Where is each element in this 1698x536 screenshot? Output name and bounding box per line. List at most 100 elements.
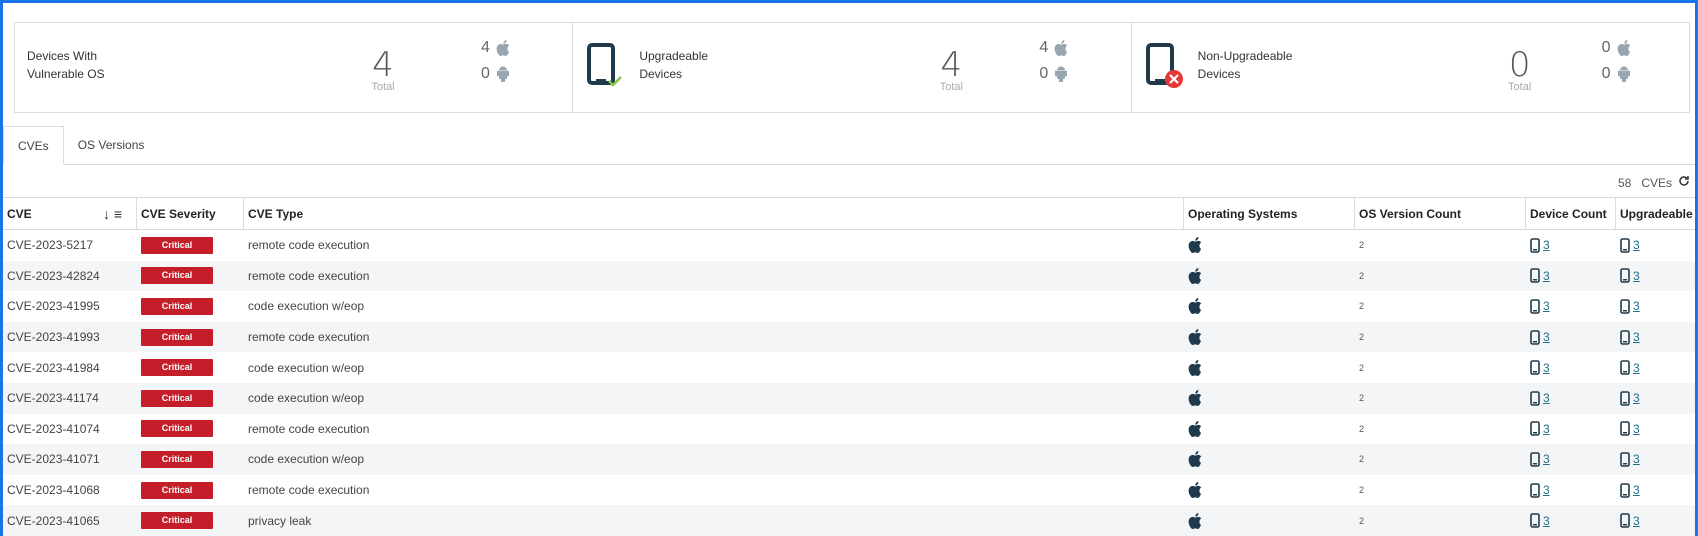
cve-id[interactable]: CVE-2023-41984 bbox=[3, 361, 137, 375]
column-header-device-count[interactable]: Device Count bbox=[1526, 198, 1616, 229]
table-header: CVE ↓ ≡ CVE Severity CVE Type Operating … bbox=[3, 197, 1695, 230]
device-count-cell[interactable]: 3 bbox=[1526, 360, 1616, 375]
cve-type: remote code execution bbox=[248, 238, 370, 253]
cve-id[interactable]: CVE-2023-5217 bbox=[3, 238, 137, 252]
device-icon bbox=[1620, 513, 1630, 528]
severity-badge: Critical bbox=[141, 267, 213, 285]
cve-id[interactable]: CVE-2023-41993 bbox=[3, 330, 137, 344]
upgradeable-cell[interactable]: 3 bbox=[1616, 513, 1695, 528]
column-header-os-version-count[interactable]: OS Version Count bbox=[1355, 198, 1526, 229]
device-count-cell[interactable]: 3 bbox=[1526, 329, 1616, 345]
device-count-cell[interactable]: 3 bbox=[1526, 390, 1616, 406]
upgradeable-cell[interactable]: 3 bbox=[1616, 329, 1695, 345]
severity-cell: Critical bbox=[137, 359, 244, 377]
upgradeable-link[interactable]: 3 bbox=[1633, 299, 1640, 313]
column-header-type[interactable]: CVE Type bbox=[244, 198, 1184, 229]
upgradeable-link[interactable]: 3 bbox=[1633, 269, 1640, 283]
device-error-icon bbox=[1145, 43, 1186, 94]
device-count-link[interactable]: 3 bbox=[1543, 514, 1550, 528]
os-cell bbox=[1184, 237, 1355, 254]
table-row[interactable]: CVE-2023-41984 Critical code execution w… bbox=[3, 352, 1695, 383]
table-row[interactable]: CVE-2023-41065 Critical privacy leak 2 3… bbox=[3, 505, 1695, 536]
table-row[interactable]: CVE-2023-41995 Critical code execution w… bbox=[3, 291, 1695, 322]
upgradeable-link[interactable]: 3 bbox=[1633, 238, 1640, 252]
apple-icon bbox=[1188, 451, 1355, 468]
device-count-link[interactable]: 3 bbox=[1543, 391, 1550, 405]
column-header-os[interactable]: Operating Systems bbox=[1184, 198, 1355, 229]
cve-id[interactable]: CVE-2023-41065 bbox=[3, 514, 137, 528]
upgradeable-link[interactable]: 3 bbox=[1633, 422, 1640, 436]
upgradeable-link[interactable]: 3 bbox=[1633, 361, 1640, 375]
upgradeable-cell[interactable]: 3 bbox=[1616, 299, 1695, 314]
cve-id[interactable]: CVE-2023-41071 bbox=[3, 452, 137, 466]
cve-id[interactable]: CVE-2023-42824 bbox=[3, 269, 137, 283]
tab-os-versions[interactable]: OS Versions bbox=[64, 126, 159, 165]
upgradeable-cell[interactable]: 3 bbox=[1616, 482, 1695, 498]
table-row[interactable]: CVE-2023-5217 Critical remote code execu… bbox=[3, 230, 1695, 261]
upgradeable-link[interactable]: 3 bbox=[1633, 391, 1640, 405]
table-row[interactable]: CVE-2023-41174 Critical code execution w… bbox=[3, 382, 1695, 414]
device-icon bbox=[1620, 390, 1630, 406]
os-cell bbox=[1184, 298, 1355, 315]
os-version-count: 2 bbox=[1359, 454, 1365, 465]
device-count-cell[interactable]: 3 bbox=[1526, 237, 1616, 253]
device-count-link[interactable]: 3 bbox=[1543, 330, 1550, 344]
device-count-cell[interactable]: 3 bbox=[1526, 299, 1616, 314]
device-count-cell[interactable]: 3 bbox=[1526, 482, 1616, 498]
tab-cves[interactable]: CVEs bbox=[3, 126, 64, 165]
os-version-count: 2 bbox=[1359, 485, 1365, 496]
cve-id[interactable]: CVE-2023-41074 bbox=[3, 422, 137, 436]
table-row[interactable]: CVE-2023-41071 Critical code execution w… bbox=[3, 444, 1695, 475]
device-count-cell[interactable]: 3 bbox=[1526, 513, 1616, 528]
table-row[interactable]: CVE-2023-41068 Critical remote code exec… bbox=[3, 475, 1695, 506]
cve-id[interactable]: CVE-2023-41068 bbox=[3, 483, 137, 497]
os-version-count: 2 bbox=[1359, 515, 1365, 526]
card-upgradeable-devices[interactable]: Upgradeable Devices 4 Total 4 0 bbox=[573, 23, 1132, 112]
device-icon bbox=[1530, 390, 1540, 406]
apple-count: 0 bbox=[1602, 39, 1631, 57]
upgradeable-cell[interactable]: 3 bbox=[1616, 390, 1695, 406]
device-count-cell[interactable]: 3 bbox=[1526, 452, 1616, 467]
card-vulnerable-os[interactable]: Devices With Vulnerable OS 4 Total 4 0 bbox=[15, 23, 574, 112]
upgradeable-cell[interactable]: 3 bbox=[1616, 421, 1695, 437]
os-cell bbox=[1184, 390, 1355, 407]
cve-id[interactable]: CVE-2023-41995 bbox=[3, 299, 137, 313]
device-count-link[interactable]: 3 bbox=[1543, 269, 1550, 283]
cve-id[interactable]: CVE-2023-41174 bbox=[3, 391, 137, 405]
table-row[interactable]: CVE-2023-41074 Critical remote code exec… bbox=[3, 414, 1695, 445]
apple-icon bbox=[1188, 359, 1355, 376]
card-non-upgradeable-devices[interactable]: Non-Upgradeable Devices 0 Total 0 0 bbox=[1132, 23, 1689, 112]
device-count-link[interactable]: 3 bbox=[1543, 422, 1550, 436]
table-row[interactable]: CVE-2023-41993 Critical remote code exec… bbox=[3, 321, 1695, 353]
upgradeable-cell[interactable]: 3 bbox=[1616, 452, 1695, 467]
device-count-link[interactable]: 3 bbox=[1543, 452, 1550, 466]
sort-filter-icon[interactable]: ↓ ≡ bbox=[103, 198, 122, 230]
upgradeable-cell[interactable]: 3 bbox=[1616, 360, 1695, 375]
column-header-cve[interactable]: CVE ↓ ≡ bbox=[3, 198, 137, 229]
upgradeable-link[interactable]: 3 bbox=[1633, 483, 1640, 497]
stats-cards: Devices With Vulnerable OS 4 Total 4 0 U… bbox=[14, 22, 1690, 113]
upgradeable-link[interactable]: 3 bbox=[1633, 330, 1640, 344]
column-header-severity[interactable]: CVE Severity bbox=[137, 198, 244, 229]
upgradeable-link[interactable]: 3 bbox=[1633, 514, 1640, 528]
android-count-value: 0 bbox=[1039, 65, 1049, 82]
severity-cell: Critical bbox=[137, 297, 244, 315]
device-count-cell[interactable]: 3 bbox=[1526, 421, 1616, 437]
device-count-link[interactable]: 3 bbox=[1543, 361, 1550, 375]
apple-icon bbox=[1188, 420, 1355, 437]
apple-count: 4 bbox=[1039, 39, 1068, 57]
device-count-link[interactable]: 3 bbox=[1543, 238, 1550, 252]
android-icon bbox=[496, 66, 510, 82]
upgradeable-cell[interactable]: 3 bbox=[1616, 268, 1695, 284]
device-count-link[interactable]: 3 bbox=[1543, 483, 1550, 497]
device-count-cell[interactable]: 3 bbox=[1526, 268, 1616, 284]
upgradeable-link[interactable]: 3 bbox=[1633, 452, 1640, 466]
device-count-link[interactable]: 3 bbox=[1543, 299, 1550, 313]
upgradeable-cell[interactable]: 3 bbox=[1616, 237, 1695, 253]
card-total: 0 Total bbox=[1490, 45, 1550, 93]
refresh-icon[interactable] bbox=[1678, 175, 1690, 190]
table-body: CVE-2023-5217 Critical remote code execu… bbox=[3, 230, 1695, 536]
table-row[interactable]: CVE-2023-42824 Critical remote code exec… bbox=[3, 260, 1695, 292]
column-header-upgradeable[interactable]: Upgradeable bbox=[1616, 198, 1695, 229]
total-label: Total bbox=[371, 81, 395, 93]
